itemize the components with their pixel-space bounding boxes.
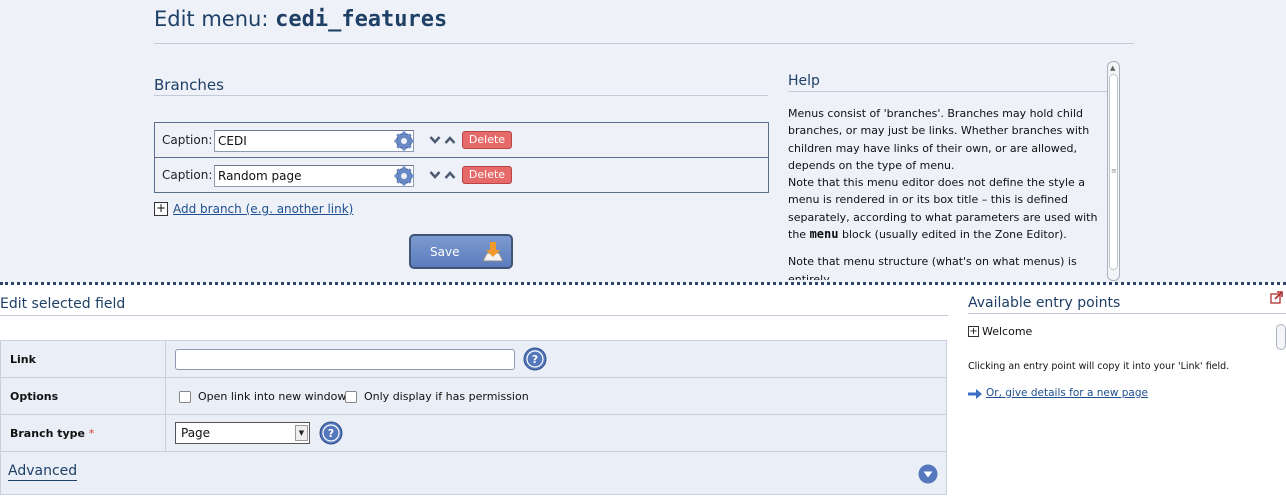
help-icon[interactable]: ? xyxy=(523,347,547,371)
branch-row[interactable]: Caption: Delete xyxy=(155,158,768,193)
permission-label[interactable]: Only display if has permission xyxy=(364,390,529,403)
help-text: Menus consist of 'branches'. Branches ma… xyxy=(788,105,1108,280)
caption-label: Caption: xyxy=(162,133,213,147)
gear-icon[interactable] xyxy=(394,131,414,151)
save-label: Save xyxy=(430,245,460,259)
arrow-right-icon xyxy=(968,389,982,399)
edit-field-heading: Edit selected field xyxy=(0,296,126,312)
branch-type-row: Branch type * Page ▼ ? xyxy=(1,415,946,452)
grip-icon: ≡ xyxy=(1111,167,1117,175)
menu-code-name: cedi_features xyxy=(275,7,448,32)
delete-button[interactable]: Delete xyxy=(462,166,512,184)
arrow-up-icon[interactable] xyxy=(444,134,456,146)
entry-points-divider xyxy=(968,313,1286,314)
options-row: Options Open link into new window Only d… xyxy=(1,378,946,415)
arrow-down-icon[interactable] xyxy=(429,134,441,146)
expand-icon[interactable] xyxy=(918,464,938,484)
caption-input[interactable] xyxy=(214,130,414,152)
page-title: Edit menu: cedi_features xyxy=(154,7,447,32)
help-paragraph: Note that menu structure (what's on what… xyxy=(788,255,1077,280)
link-input[interactable] xyxy=(175,349,515,370)
arrow-down-icon[interactable] xyxy=(429,169,441,181)
add-branch-link[interactable]: Add branch (e.g. another link) xyxy=(173,202,353,216)
help-paragraph: Note that this menu editor does not defi… xyxy=(788,174,1108,243)
branch-row[interactable]: Caption: Delete xyxy=(155,123,768,158)
help-divider xyxy=(788,91,1108,92)
required-marker: * xyxy=(88,427,95,440)
help-text-part: block (usually edited in the Zone Editor… xyxy=(838,228,1067,242)
edit-field-divider xyxy=(0,315,948,316)
branch-list: Caption: Delete Caption: xyxy=(154,122,769,193)
svg-text:?: ? xyxy=(328,427,334,440)
help-icon[interactable]: ? xyxy=(319,421,343,445)
branch-type-value: Page xyxy=(181,426,211,440)
branch-type-label: Branch type * xyxy=(1,415,166,451)
advanced-row[interactable]: Advanced xyxy=(1,452,946,494)
permission-checkbox[interactable] xyxy=(345,391,357,403)
caption-input[interactable] xyxy=(214,165,414,187)
field-editor-table: Link ? Options Open link into new window… xyxy=(0,340,947,495)
arrow-up-icon[interactable] xyxy=(444,169,456,181)
branches-divider xyxy=(154,95,768,96)
entry-point-label[interactable]: Welcome xyxy=(982,325,1032,338)
menu-editor-area: Edit menu: cedi_features Branches Captio… xyxy=(0,0,1286,283)
help-heading: Help xyxy=(788,73,820,89)
svg-text:?: ? xyxy=(532,353,538,366)
link-label: Link xyxy=(1,341,166,377)
popout-icon[interactable] xyxy=(1270,291,1283,304)
chevron-down-icon[interactable]: ▼ xyxy=(295,425,308,441)
help-paragraph: Menus consist of 'branches'. Branches ma… xyxy=(788,107,1090,172)
scroll-up-icon[interactable]: ▲ xyxy=(1110,64,1115,72)
plus-icon[interactable]: + xyxy=(154,202,168,216)
title-divider xyxy=(154,43,1134,44)
entry-points-scrollbar[interactable] xyxy=(1276,324,1286,350)
save-button[interactable]: Save xyxy=(409,234,513,269)
delete-button[interactable]: Delete xyxy=(462,131,512,149)
new-window-checkbox[interactable] xyxy=(179,391,191,403)
page-title-prefix: Edit menu: xyxy=(154,7,276,31)
panel-divider xyxy=(0,282,1286,285)
gear-icon[interactable] xyxy=(394,166,414,186)
link-row: Link ? xyxy=(1,341,946,378)
branch-type-select[interactable]: Page ▼ xyxy=(175,422,310,444)
entry-points-note: Clicking an entry point will copy it int… xyxy=(968,361,1230,372)
help-panel: Help Menus consist of 'branches'. Branch… xyxy=(788,62,1120,280)
branches-heading: Branches xyxy=(154,76,224,94)
branch-type-label-text: Branch type xyxy=(10,427,86,440)
plus-icon[interactable]: + xyxy=(968,326,979,337)
help-scrollbar[interactable]: ▲ ≡ xyxy=(1107,61,1120,281)
new-window-label[interactable]: Open link into new window xyxy=(198,390,346,403)
advanced-toggle[interactable]: Advanced xyxy=(8,463,78,481)
save-icon xyxy=(482,242,504,262)
entry-points-heading: Available entry points xyxy=(968,295,1121,311)
new-page-link[interactable]: Or, give details for a new page xyxy=(986,387,1148,399)
menu-block-code: menu xyxy=(809,227,839,242)
caption-label: Caption: xyxy=(162,168,213,182)
options-label: Options xyxy=(1,378,166,414)
